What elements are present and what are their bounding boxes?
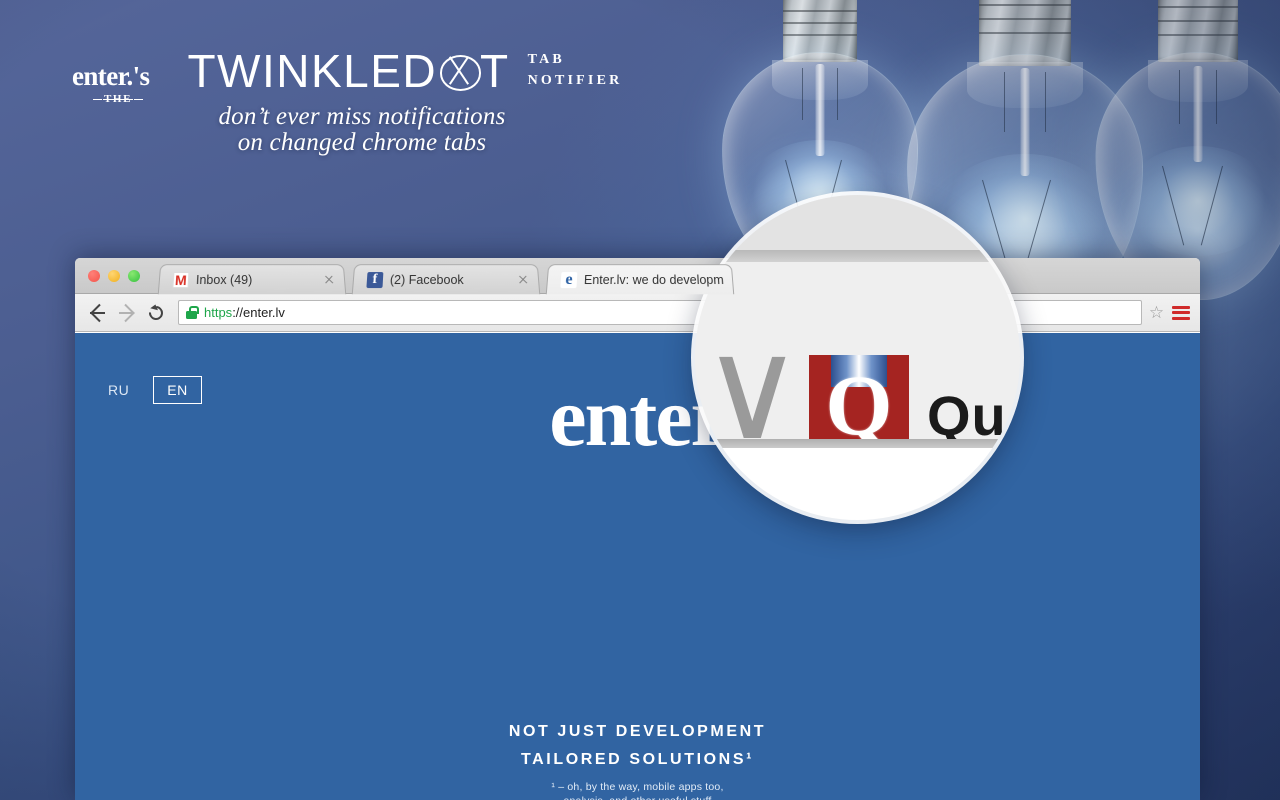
magnified-strip-upper (695, 250, 1020, 262)
forward-arrow-icon (119, 311, 134, 314)
url-text: https://enter.lv (204, 305, 285, 320)
hamburger-menu-icon[interactable] (1172, 303, 1190, 322)
secure-lock-icon (186, 306, 199, 319)
close-tab-icon[interactable] (516, 273, 531, 287)
promo-brand-row: enter.'s THE TWINKLED T TAB NOTIFIER (72, 48, 623, 105)
enter-icon (560, 271, 578, 288)
promo-header: enter.'s THE TWINKLED T TAB NOTIFIER (72, 48, 623, 105)
promo-tagline-line2: on changed chrome tabs (237, 129, 487, 157)
gmail-icon (172, 271, 190, 288)
browser-window: Inbox (49) (2) Facebook Enter.lv: we do … (75, 258, 1200, 800)
tab-label: Inbox (49) (195, 272, 253, 287)
browser-tab-facebook[interactable]: (2) Facebook (351, 264, 541, 295)
magnified-tab-label: Qu (927, 384, 1007, 447)
close-tab-icon[interactable] (322, 273, 337, 287)
product-name-tail: T (479, 45, 510, 97)
website-page: RU EN enter NOT JUST DEVELOPMENT TAILORE… (75, 333, 1200, 800)
reload-button[interactable] (143, 300, 169, 326)
back-arrow-icon (90, 311, 105, 314)
site-slogan-secondary: TAILORED SOLUTIONS¹ (520, 751, 755, 768)
browser-toolbar: https://enter.lv ☆ (75, 294, 1200, 332)
minimize-window-button[interactable] (108, 270, 120, 282)
product-subtitle-line1: TAB (527, 52, 565, 68)
forward-button[interactable] (114, 300, 140, 326)
promo-tagline: don’t ever miss notifications on changed… (72, 103, 652, 157)
brand-name: enter.'s (72, 61, 150, 91)
tab-label: Enter.lv: we do developme (583, 272, 725, 287)
facebook-icon (366, 271, 384, 288)
browser-tab-enter[interactable]: Enter.lv: we do developme (545, 264, 735, 295)
crossed-dot-icon (437, 48, 481, 94)
product-subtitle: TAB NOTIFIER (528, 50, 623, 94)
window-controls (88, 270, 140, 282)
product-name-main: TWINKLED (187, 45, 438, 97)
magnified-tab-body: ∨ Q Qu (695, 262, 1020, 460)
product-name: TWINKLED T (187, 48, 509, 94)
url-rest: ://enter.lv (232, 305, 285, 320)
browser-tab-strip: Inbox (49) (2) Facebook Enter.lv: we do … (75, 258, 1200, 295)
back-button[interactable] (85, 300, 111, 326)
magnified-strip-lower (695, 439, 1020, 448)
browser-tab-gmail[interactable]: Inbox (49) (157, 264, 347, 295)
bookmark-star-icon[interactable]: ☆ (1148, 304, 1165, 321)
site-slogan-primary: NOT JUST DEVELOPMENT (508, 723, 767, 740)
product-subtitle-line2: NOTIFIER (527, 72, 623, 88)
magnifier-lens: ∨ Q Qu (695, 195, 1020, 520)
zoom-window-button[interactable] (128, 270, 140, 282)
site-footnote-line2: analysis, and other useful stuff (75, 795, 1200, 800)
tab-label: (2) Facebook (389, 272, 464, 287)
site-footnote-line1: ¹ – oh, by the way, mobile apps too, (551, 781, 724, 793)
magnifier-content: ∨ Q Qu (695, 195, 1020, 520)
close-window-button[interactable] (88, 270, 100, 282)
site-footnote: ¹ – oh, by the way, mobile apps too, ana… (75, 781, 1200, 800)
site-logo: enter (549, 371, 728, 464)
reload-icon (146, 302, 166, 323)
magnified-toolbar-area (695, 448, 1020, 520)
url-scheme: https (204, 305, 233, 320)
magnified-tabstrip-top (695, 195, 1020, 250)
promo-tagline-line1: don’t ever miss notifications (218, 103, 506, 130)
